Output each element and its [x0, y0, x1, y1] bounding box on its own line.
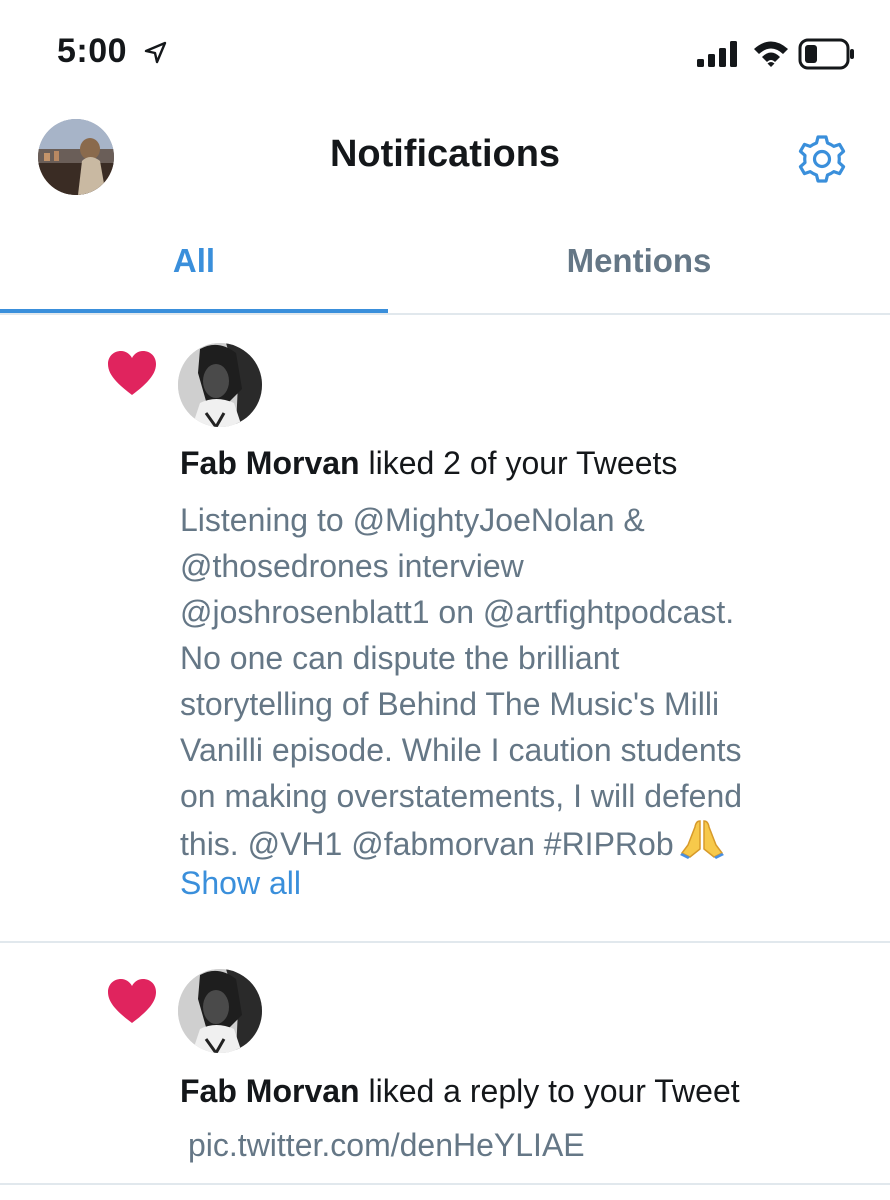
notification-action: liked a reply to your Tweet [368, 1073, 740, 1109]
tweet-line: this. @VH1 @fabmorvan #RIPRob [180, 826, 674, 862]
show-all-link[interactable]: Show all [180, 865, 301, 902]
tweet-text[interactable]: Listening to @MightyJoeNolan & @thosedro… [180, 497, 840, 867]
avatar[interactable] [178, 343, 262, 427]
user-name[interactable]: Fab Morvan [180, 445, 360, 481]
notification-action: liked 2 of your Tweets [368, 445, 678, 481]
wifi-icon [754, 41, 788, 67]
tweet-line: on making overstatements, I will defend [180, 778, 743, 814]
settings-gear-icon[interactable] [796, 133, 848, 185]
tweet-line: @joshrosenblatt1 on @artfightpodcast. [180, 594, 735, 630]
notification-item[interactable]: Fab Morvan liked 2 of your Tweets Listen… [0, 315, 890, 943]
tweet-link[interactable]: pic.twitter.com/denHeYLIAE [188, 1127, 585, 1164]
tab-mentions[interactable]: Mentions [445, 215, 833, 311]
avatar[interactable] [178, 969, 262, 1053]
heart-icon [108, 979, 156, 1023]
tab-all[interactable]: All [0, 215, 388, 313]
status-bar: 5:00 [0, 0, 890, 105]
tweet-line: Vanilli episode. While I caution student… [180, 732, 742, 768]
tweet-line: storytelling of Behind The Music's Milli [180, 686, 720, 722]
folded-hands-icon [679, 820, 724, 859]
page-title: Notifications [329, 133, 561, 175]
tweet-line: No one can dispute the brilliant [180, 640, 620, 676]
battery-icon [798, 38, 854, 70]
tweet-line-last: this. @VH1 @fabmorvan #RIPRob [180, 819, 840, 867]
tab-bar: All Mentions [0, 215, 890, 315]
notification-headline: Fab Morvan liked 2 of your Tweets [180, 445, 677, 482]
tweet-line: @thosedrones interview [180, 548, 524, 584]
notification-item[interactable]: Fab Morvan liked a reply to your Tweet p… [0, 943, 890, 1185]
notification-headline: Fab Morvan liked a reply to your Tweet [180, 1073, 740, 1110]
tweet-line: Listening to @MightyJoeNolan & [180, 502, 645, 538]
avatar-image [178, 343, 262, 427]
signal-icon [697, 41, 737, 67]
location-arrow-icon [144, 41, 167, 64]
heart-icon [108, 351, 156, 395]
user-name[interactable]: Fab Morvan [180, 1073, 360, 1109]
status-time: 5:00 [57, 32, 128, 70]
avatar-image [178, 969, 262, 1053]
header: Notifications [0, 105, 890, 215]
